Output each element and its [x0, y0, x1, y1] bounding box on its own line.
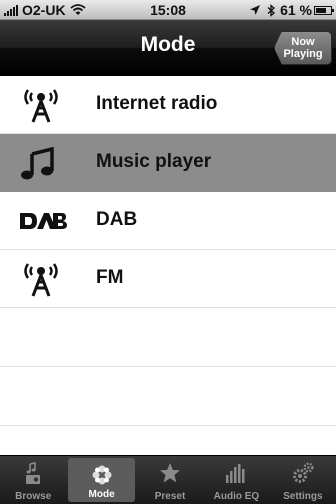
dab-logo-icon [20, 213, 67, 229]
battery-percent: 61 % [280, 2, 312, 18]
tab-audio-eq[interactable]: Audio EQ [203, 456, 269, 504]
mode-label: Music player [96, 151, 212, 172]
tab-mode[interactable]: Mode [68, 458, 135, 502]
star-icon [160, 463, 181, 483]
tab-label: Settings [283, 491, 323, 502]
empty-row [0, 308, 336, 367]
browse-icon [26, 462, 41, 484]
bluetooth-icon [267, 3, 276, 17]
tab-label: Browse [15, 491, 52, 502]
tab-preset[interactable]: Preset [137, 456, 203, 504]
now-playing-line2: Playing [283, 48, 323, 60]
tab-bar: Browse Mode Preset Audio EQ Settings [0, 455, 336, 504]
mode-item-dab[interactable]: DAB [0, 192, 336, 250]
mode-icon [92, 465, 112, 485]
mode-item-music-player[interactable]: Music player [0, 134, 336, 192]
gears-icon [292, 462, 314, 483]
radio-tower-icon [24, 89, 58, 123]
tab-label: Mode [88, 489, 115, 500]
now-playing-button[interactable]: Now Playing [274, 31, 332, 65]
tab-settings[interactable]: Settings [270, 456, 336, 504]
mode-item-internet-radio[interactable]: Internet radio [0, 76, 336, 134]
radio-tower-icon [24, 263, 58, 297]
tab-label: Preset [154, 491, 186, 502]
empty-row [0, 367, 336, 426]
status-right: 61 % [249, 2, 334, 18]
equalizer-icon [226, 464, 245, 483]
mode-label: Internet radio [96, 93, 218, 114]
tab-label: Audio EQ [213, 491, 260, 502]
navigation-bar: Mode Now Playing [0, 20, 336, 76]
mode-label: FM [96, 267, 124, 288]
mode-label: DAB [96, 209, 138, 230]
mode-list: Internet radio Music player DAB FM [0, 76, 336, 485]
now-playing-line1: Now [291, 36, 315, 48]
status-bar: O2-UK 15:08 61 % [0, 0, 336, 20]
mode-item-fm[interactable]: FM [0, 250, 336, 308]
tab-browse[interactable]: Browse [0, 456, 66, 504]
battery-icon [314, 5, 334, 15]
location-arrow-icon [250, 5, 261, 15]
music-note-icon [21, 146, 54, 180]
